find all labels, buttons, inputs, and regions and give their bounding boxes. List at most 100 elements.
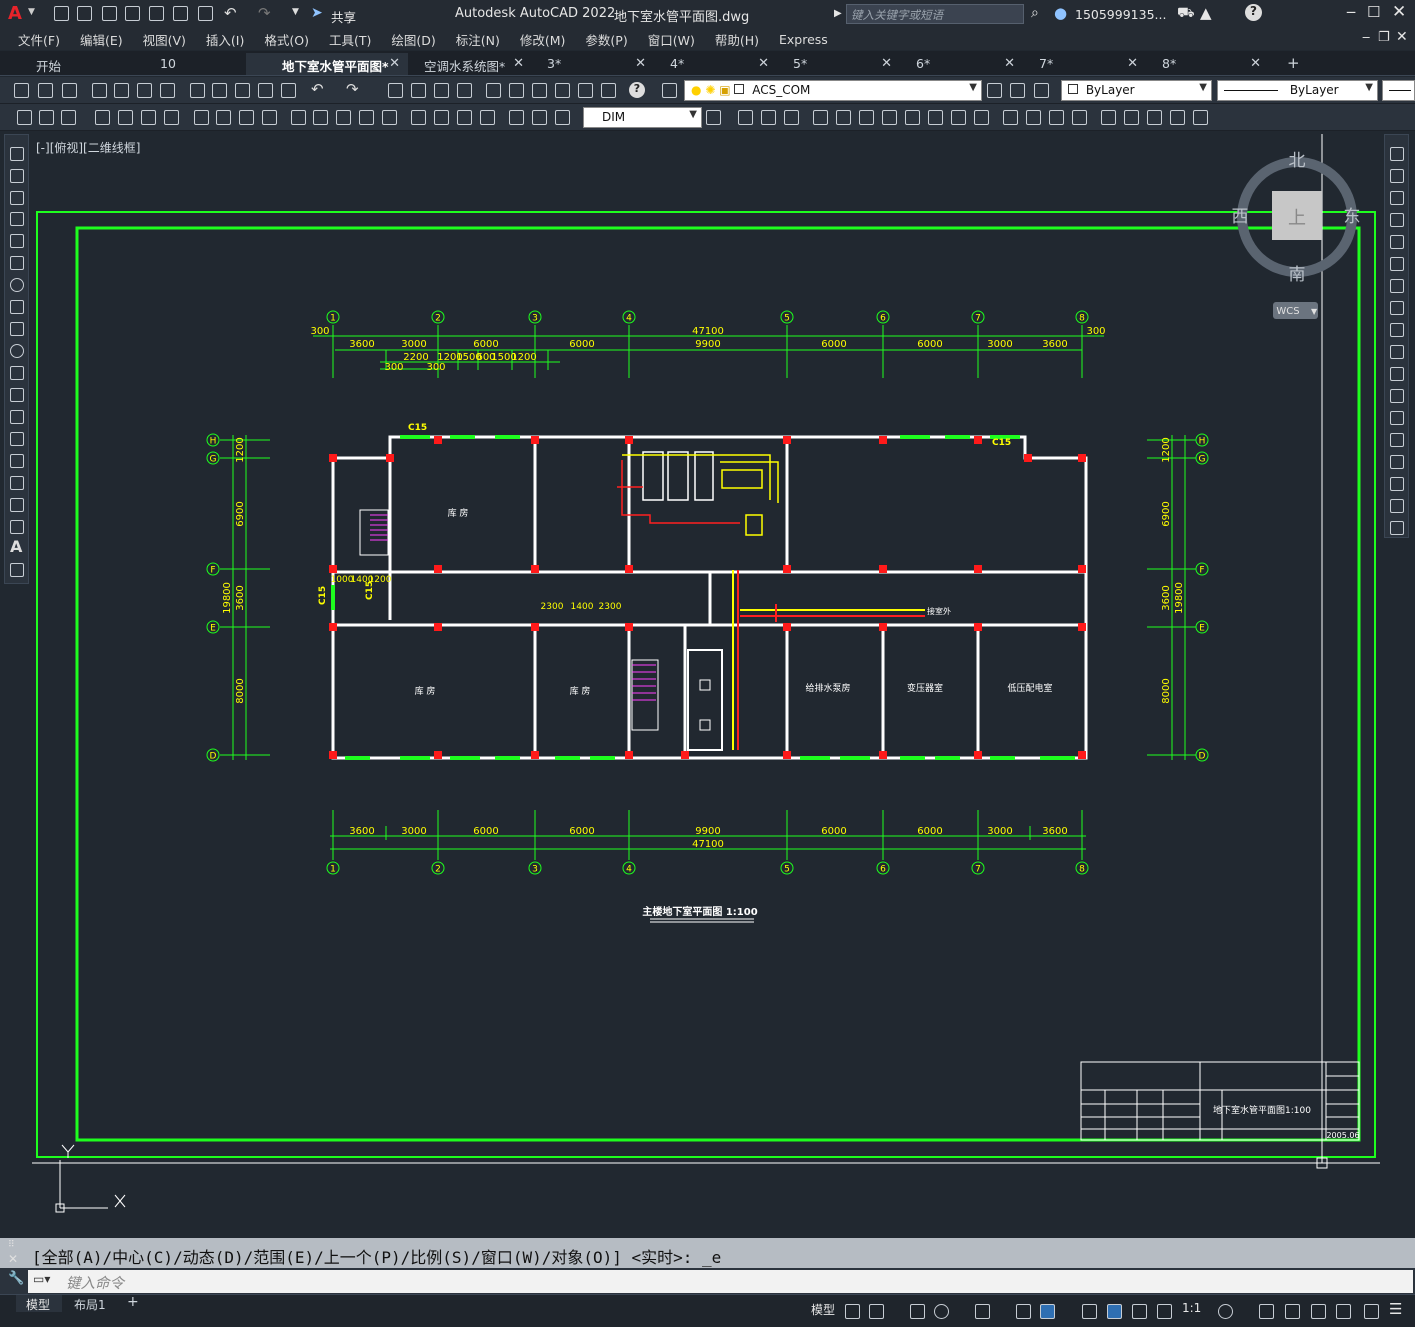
grid-bubble-bottom: 1 [326,861,340,875]
annotation-monitor-icon[interactable] [1259,1304,1274,1319]
grip-icon[interactable]: ⠿ [8,1240,15,1250]
pipe-label: 接室外 [927,606,951,616]
grid-bubble-bottom: 5 [780,861,794,875]
svg-text:F: F [1199,566,1204,576]
svg-text:6000: 6000 [917,339,942,350]
pump-equipment [617,451,779,536]
grid-bubble-right: G [1195,451,1209,465]
svg-text:1: 1 [330,865,336,875]
svg-text:2300: 2300 [541,602,564,612]
grid-bubble-bottom: 7 [971,861,985,875]
svg-text:3600: 3600 [235,585,246,610]
svg-text:低压配电室: 低压配电室 [1007,682,1052,694]
viewcube[interactable]: 上 北 南 东 西 WCS ▼ [1232,151,1361,319]
grid-bubbles-right: HG F E D [1195,433,1209,762]
tab-layout1[interactable]: 布局1 [74,1296,106,1313]
model-space-button[interactable]: 模型 [811,1301,835,1318]
svg-text:C15: C15 [318,586,328,605]
svg-text:5: 5 [784,314,790,324]
annotation-visibility-icon[interactable] [1107,1304,1122,1319]
customize-icon[interactable]: 🔧 [8,1271,24,1286]
svg-text:9900: 9900 [695,339,720,350]
svg-text:47100: 47100 [692,326,724,337]
annotation-scale-value[interactable]: 1:1 [1182,1301,1201,1315]
svg-text:3: 3 [532,314,538,324]
add-layout-icon[interactable]: + [127,1294,139,1310]
grid-bubble-top: 2 [431,310,445,324]
column [681,751,689,759]
polar-tracking-icon[interactable] [934,1304,949,1319]
grid-icon[interactable] [845,1304,860,1319]
column [625,436,633,444]
recent-commands-icon[interactable]: ▭▾ [33,1272,50,1286]
grid-bubble-right: E [1195,620,1209,634]
status-bar: 模型 布局1 + 模型 1:1 ☰ [0,1294,1415,1327]
svg-text:6000: 6000 [473,826,498,837]
svg-text:300: 300 [384,362,403,373]
svg-text:8: 8 [1079,865,1085,875]
svg-text:8000: 8000 [1161,678,1172,703]
svg-text:3600: 3600 [1042,826,1067,837]
svg-text:6000: 6000 [473,339,498,350]
grid-bubble-left: F [206,562,220,576]
svg-text:1400: 1400 [571,602,594,612]
svg-text:8: 8 [1079,314,1085,324]
graphics-performance-icon[interactable] [1336,1304,1351,1319]
grid-bubble-top: 7 [971,310,985,324]
units-icon[interactable] [1285,1304,1300,1319]
svg-text:8000: 8000 [235,678,246,703]
command-placeholder: 键入命令 [66,1276,124,1292]
command-history-text: [全部(A)/中心(C)/动态(D)/范围(E)/上一个(P)/比例(S)/窗口… [32,1248,722,1267]
command-input-row: 🔧 ▭▾ 键入命令 [0,1268,1415,1294]
customization-menu-icon[interactable]: ☰ [1389,1300,1402,1318]
svg-text:5: 5 [784,865,790,875]
svg-text:1200: 1200 [511,352,536,363]
column [625,623,633,631]
chevron-down-icon: ▼ [1311,307,1318,316]
viewcube-south: 南 [1289,265,1306,285]
svg-text:6900: 6900 [235,501,246,526]
clean-screen-icon[interactable] [1364,1304,1379,1319]
svg-text:300: 300 [1086,326,1105,337]
infer-constraints-icon[interactable] [910,1304,925,1319]
annotation-autoscale-icon[interactable] [1132,1304,1147,1319]
svg-text:6000: 6000 [917,826,942,837]
viewcube-east: 东 [1344,207,1361,227]
grid-bubble-top: 8 [1075,310,1089,324]
title-block-date: 2005.06 [1326,1131,1359,1140]
command-input[interactable]: ▭▾ 键入命令 [28,1270,1413,1293]
viewcube-north: 北 [1289,151,1306,171]
workspace-gear-icon[interactable] [1218,1304,1233,1319]
object-snap-tracking-icon[interactable] [1016,1304,1031,1319]
grid-bubble-bottom: 2 [431,861,445,875]
svg-text:6000: 6000 [821,339,846,350]
tab-model[interactable]: 模型 [16,1295,62,1312]
column [783,565,791,573]
autocad-window: { "title_bar": { "app_title": "Autodesk … [0,0,1415,1327]
close-icon[interactable]: ✕ [8,1252,18,1266]
structural-columns [329,436,1086,759]
snap-icon[interactable] [869,1304,884,1319]
annotation-scale-icon[interactable] [1157,1304,1172,1319]
isodraft-icon[interactable] [975,1304,990,1319]
svg-text:变压器室: 变压器室 [907,682,943,694]
grid-bubble-right: H [1195,433,1209,447]
drawing-canvas[interactable]: 上 北 南 东 西 WCS ▼ 47100 300 300 3600 3000 … [0,0,1415,1238]
column [1078,565,1086,573]
lineweight-icon[interactable] [1082,1304,1097,1319]
svg-text:300: 300 [310,326,329,337]
svg-text:F: F [210,566,215,576]
svg-text:7: 7 [975,314,981,324]
command-history: ✕ ⠿ [全部(A)/中心(C)/动态(D)/范围(E)/上一个(P)/比例(S… [0,1238,1415,1268]
column [974,623,982,631]
grid-bubble-right: F [1195,562,1209,576]
svg-text:6000: 6000 [821,826,846,837]
column [879,623,887,631]
title-block [1080,1061,1360,1141]
quick-properties-icon[interactable] [1311,1304,1326,1319]
column [974,751,982,759]
column [329,623,337,631]
object-snap-icon[interactable] [1040,1304,1055,1319]
svg-text:3000: 3000 [987,826,1012,837]
svg-text:3600: 3600 [349,826,374,837]
